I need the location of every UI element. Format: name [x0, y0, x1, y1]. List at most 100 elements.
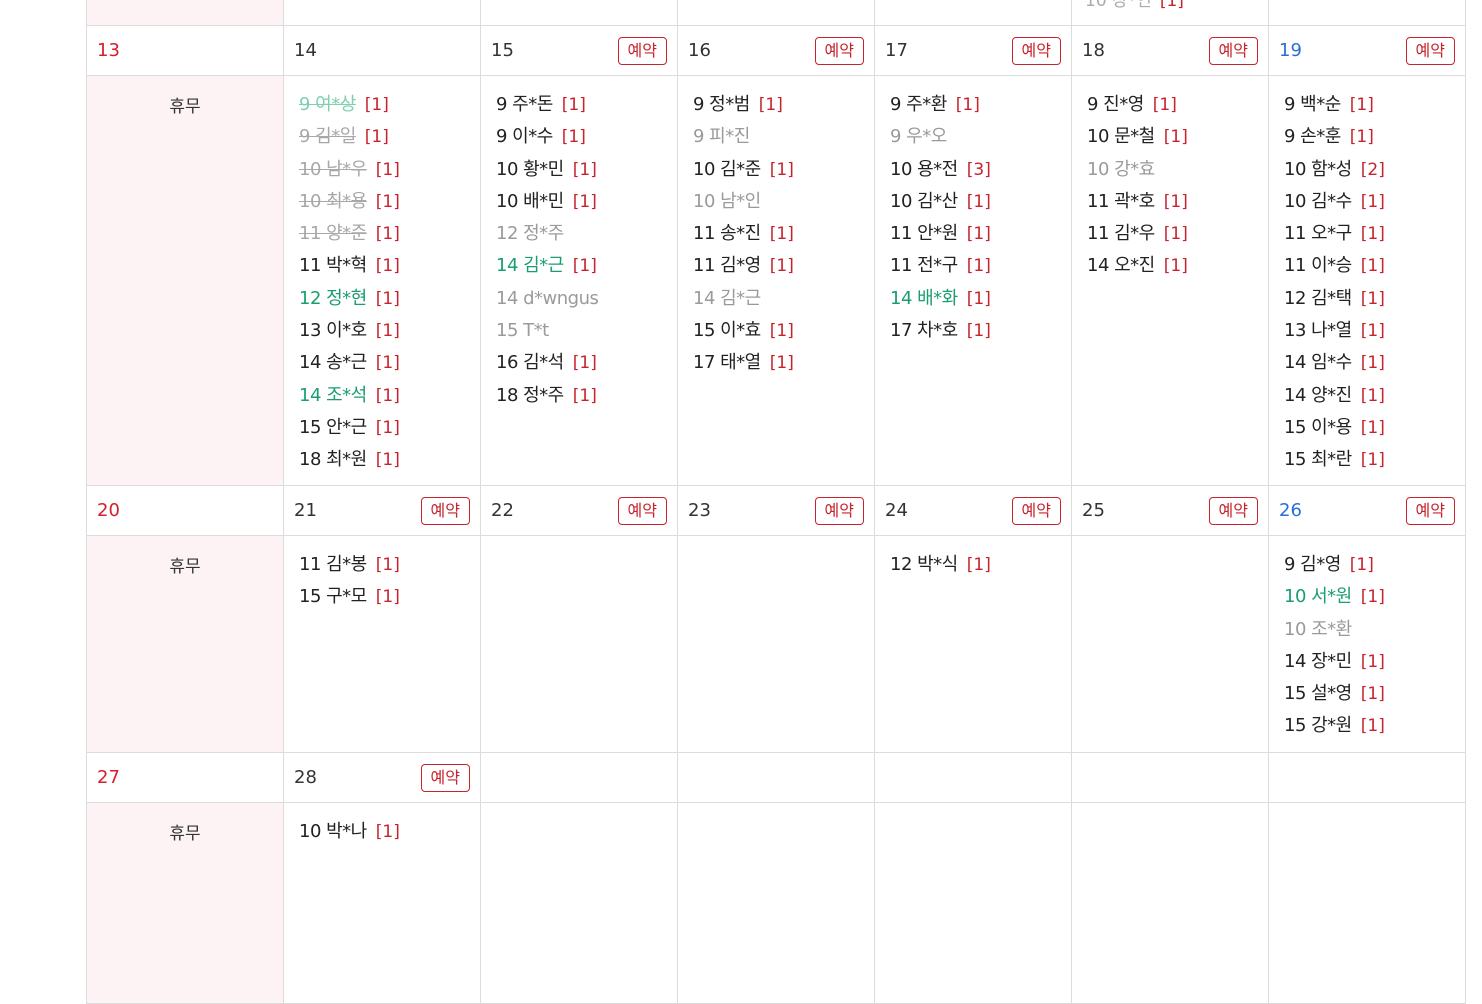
reservation-entry[interactable]: 14 장*민 [1] — [1284, 648, 1465, 680]
reservation-entry[interactable]: 14 배*화 [1] — [890, 285, 1071, 317]
reservation-entry[interactable]: 10 황*민 [1] — [496, 156, 677, 188]
reservation-list: 11 김*봉 [1] 15 구*모 [1] — [284, 536, 480, 616]
reservation-entry[interactable]: 14 d*wngus — [496, 285, 677, 317]
reservation-entry[interactable]: 15 구*모 [1] — [299, 583, 480, 615]
reserve-button[interactable]: 예약 — [420, 763, 470, 792]
reservation-entry[interactable]: 10 조*환 — [1284, 616, 1465, 648]
reservation-entry[interactable]: 11 곽*호 [1] — [1087, 188, 1268, 220]
reservation-entry[interactable]: 11 양*준 [1] — [299, 220, 480, 252]
reservation-entry[interactable]: 10 김*수 [1] — [1284, 188, 1465, 220]
reservation-entry[interactable]: 15 최*란 [1] — [1284, 446, 1465, 478]
reservation-entry[interactable]: 10 남*인 — [693, 188, 874, 220]
reserve-button[interactable]: 예약 — [1405, 496, 1455, 525]
reserve-button[interactable]: 예약 — [617, 36, 667, 65]
reservation-entry[interactable]: 9 이*수 [1] — [496, 123, 677, 155]
entry-text: 9 김*영 — [1284, 554, 1341, 575]
reservation-entry[interactable]: 15 안*근 [1] — [299, 414, 480, 446]
reservation-entry[interactable]: 10 용*전 [3] — [890, 156, 1071, 188]
reservation-entry[interactable]: 11 전*구 [1] — [890, 252, 1071, 284]
reservation-entry[interactable]: 14 조*석 [1] — [299, 382, 480, 414]
day-header-cell: 15 예약 — [480, 25, 678, 76]
reservation-entry[interactable]: 10 박*나 [1] — [299, 818, 480, 850]
reservation-entry[interactable]: 12 정*현 [1] — [299, 285, 480, 317]
reserve-button[interactable]: 예약 — [814, 496, 864, 525]
week-header-row: 20 21 예약 22 예약 23 예약 24 예약 25 예약 26 예약 — [86, 485, 1466, 536]
reservation-entry[interactable]: 15 설*영 [1] — [1284, 680, 1465, 712]
entry-count: [1] — [375, 555, 400, 575]
reservation-entry[interactable]: 10 남*우 [1] — [299, 156, 480, 188]
reservation-entry[interactable]: 14 김*근 [1] — [496, 252, 677, 284]
reservation-entry[interactable]: 17 태*열 [1] — [693, 349, 874, 381]
reservation-entry[interactable]: 11 김*봉 [1] — [299, 551, 480, 583]
reserve-button[interactable]: 예약 — [617, 496, 667, 525]
reservation-entry[interactable]: 11 김*우 [1] — [1087, 220, 1268, 252]
entry-text: 15 설*영 — [1284, 683, 1352, 705]
reservation-entry[interactable]: 14 임*수 [1] — [1284, 349, 1465, 381]
entry-count: [1] — [1349, 95, 1374, 115]
reserve-button[interactable]: 예약 — [1208, 496, 1258, 525]
entry-count: [1] — [1360, 321, 1385, 342]
reserve-button[interactable]: 예약 — [814, 36, 864, 65]
reserve-button[interactable]: 예약 — [1011, 496, 1061, 525]
reserve-button[interactable]: 예약 — [1405, 36, 1455, 65]
reservation-entry[interactable]: 16 김*석 [1] — [496, 349, 677, 381]
week-content-row: 휴무 9 여*상 [1] 9 김*일 [1] 10 남*우 [1] 10 최*용 [1] 11 양… — [86, 75, 1466, 486]
reservation-entry[interactable]: 9 진*영 [1] — [1087, 91, 1268, 123]
entry-text: 11 김*봉 — [299, 554, 367, 575]
reserve-button[interactable]: 예약 — [1011, 36, 1061, 65]
reservation-entry[interactable]: 10 문*철 [1] — [1087, 123, 1268, 155]
reserve-button[interactable]: 예약 — [420, 496, 470, 525]
reservation-entry[interactable]: 9 백*순 [1] — [1284, 91, 1465, 123]
reservation-entry[interactable]: 10 김*준 [1] — [693, 156, 874, 188]
reservation-entry[interactable]: 12 정*주 — [496, 220, 677, 252]
reservation-entry[interactable]: 12 김*택 [1] — [1284, 285, 1465, 317]
reserve-button[interactable]: 예약 — [1208, 36, 1258, 65]
reservation-entry[interactable]: 12 박*식 [1] — [890, 551, 1071, 583]
reservation-entry[interactable]: 9 정*범 [1] — [693, 91, 874, 123]
reservation-entry[interactable]: 15 이*용 [1] — [1284, 414, 1465, 446]
day-content-cell: 휴무 — [86, 535, 284, 753]
entry-text: 10 문*철 — [1087, 126, 1155, 148]
reservation-entry[interactable]: 10 김*산 [1] — [890, 188, 1071, 220]
day-content-cell — [677, 535, 875, 753]
reservation-entry[interactable]: 9 여*상 [1] — [299, 91, 480, 123]
reservation-entry[interactable]: 9 김*일 [1] — [299, 123, 480, 155]
reservation-entry[interactable]: 9 손*훈 [1] — [1284, 123, 1465, 155]
reservation-entry[interactable]: 10 배*민 [1] — [496, 188, 677, 220]
reservation-entry[interactable]: 9 주*환 [1] — [890, 91, 1071, 123]
entry-text: 14 장*민 — [1284, 650, 1352, 672]
reservation-entry[interactable]: 10 서*원 [1] — [1284, 583, 1465, 615]
reservation-entry[interactable]: 13 나*열 [1] — [1284, 317, 1465, 349]
reservation-entry[interactable]: 14 오*진 [1] — [1087, 252, 1268, 284]
reservation-entry[interactable]: 9 주*돈 [1] — [496, 91, 677, 123]
day-cell — [1268, 0, 1466, 26]
reservation-entry[interactable]: 15 이*효 [1] — [693, 317, 874, 349]
reservation-entry[interactable]: 15 강*원 [1] — [1284, 712, 1465, 744]
reservation-entry[interactable]: 11 송*진 [1] — [693, 220, 874, 252]
reservation-entry[interactable]: 10 강*효 — [1087, 156, 1268, 188]
reservation-entry[interactable]: 18 정*주 [1] — [496, 382, 677, 414]
reservation-entry[interactable]: 14 양*진 [1] — [1284, 382, 1465, 414]
entry-text: 10 강*효 — [1087, 158, 1155, 180]
reservation-entry[interactable]: 11 안*원 [1] — [890, 220, 1071, 252]
reservation-entry[interactable]: 17 차*호 [1] — [890, 317, 1071, 349]
day-content-cell: 휴무 — [86, 75, 284, 486]
holiday-label: 휴무 — [169, 557, 201, 577]
reservation-entry[interactable]: 9 피*진 — [693, 123, 874, 155]
reservation-entry[interactable]: 10 함*성 [2] — [1284, 156, 1465, 188]
reservation-entry[interactable]: 11 박*혁 [1] — [299, 252, 480, 284]
reservation-entry[interactable]: 15 T*t — [496, 317, 677, 349]
reservation-entry[interactable]: 13 이*호 [1] — [299, 317, 480, 349]
reservation-entry[interactable]: 9 김*영 [1] — [1284, 551, 1465, 583]
entry-text: 10 박*나 — [299, 821, 367, 842]
reservation-entry[interactable]: 11 이*승 [1] — [1284, 252, 1465, 284]
reservation-entry[interactable]: 18 최*원 [1] — [299, 446, 480, 478]
reservation-entry[interactable]: 11 김*영 [1] — [693, 252, 874, 284]
reservation-entry[interactable]: 14 김*근 — [693, 285, 874, 317]
entry-count: [1] — [375, 191, 400, 212]
week-header-row: 27 28 예약 — [86, 752, 1466, 803]
reservation-entry[interactable]: 11 오*구 [1] — [1284, 220, 1465, 252]
reservation-entry[interactable]: 14 송*근 [1] — [299, 349, 480, 381]
reservation-entry[interactable]: 9 우*오 — [890, 123, 1071, 155]
reservation-entry[interactable]: 10 최*용 [1] — [299, 188, 480, 220]
